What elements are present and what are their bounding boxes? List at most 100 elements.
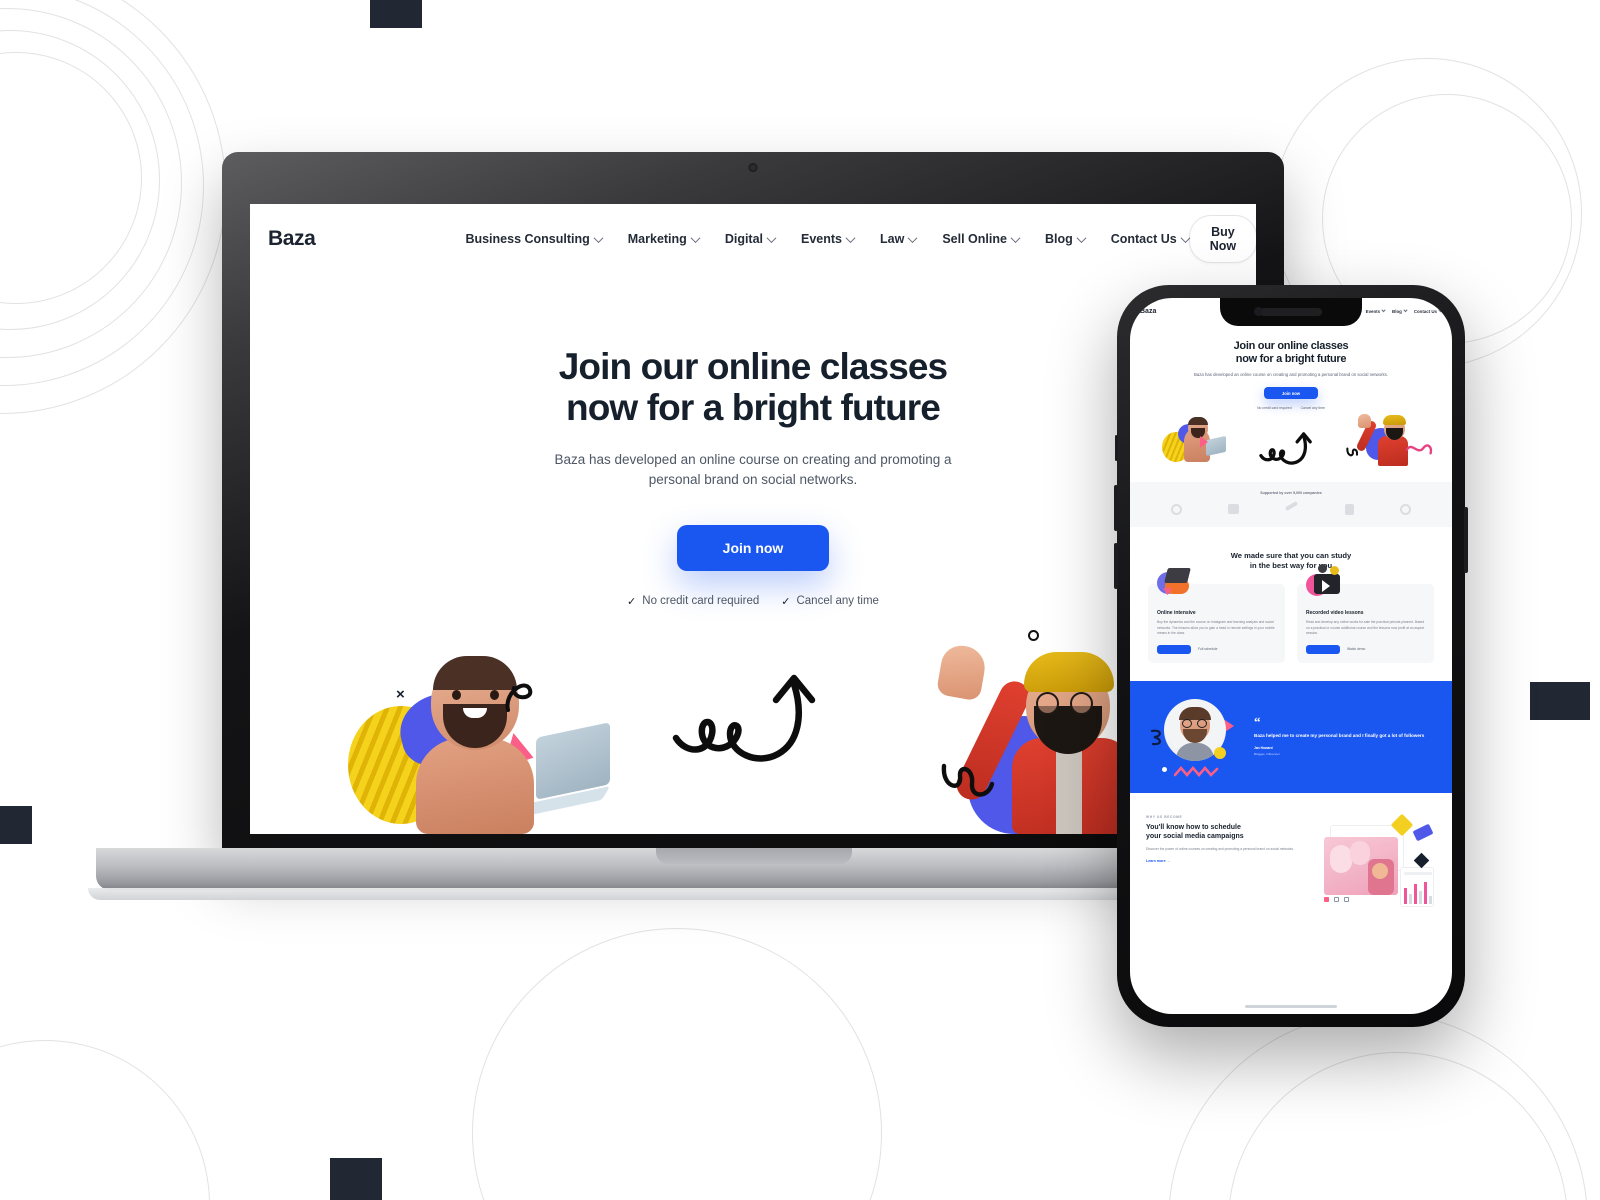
desktop-hero: Join our online classes now for a bright… bbox=[250, 274, 1256, 608]
phone-hero-illustration bbox=[1130, 410, 1452, 482]
logo-mark-1 bbox=[1171, 504, 1183, 516]
3d-video-camera-icon bbox=[1306, 564, 1344, 598]
square-bottom bbox=[330, 1158, 382, 1200]
squiggle-doodle-icon bbox=[941, 763, 995, 797]
section-eyebrow: WHY US BECOME bbox=[1146, 814, 1183, 819]
phone-nav-label: Contact Us bbox=[1413, 308, 1437, 314]
ring-bottom-2 bbox=[1168, 1012, 1588, 1200]
join-now-button[interactable]: Join now bbox=[676, 524, 830, 571]
nav-label: Events bbox=[801, 232, 843, 246]
nav-item-law[interactable]: Law bbox=[880, 232, 918, 246]
phone-nav-item-events[interactable]: Events bbox=[1366, 307, 1386, 314]
schedule-text-block: WHY US BECOME You'll know how to schedul… bbox=[1146, 815, 1308, 911]
ring-left-4 bbox=[0, 0, 204, 386]
x-doodle-icon: × bbox=[396, 686, 405, 703]
card-secondary-link[interactable]: Full schedule bbox=[1198, 647, 1217, 651]
3d-book-icon bbox=[1157, 564, 1195, 598]
check-icon: ✓ bbox=[627, 595, 637, 608]
home-indicator bbox=[1245, 1004, 1337, 1008]
testimonial-author-role: Blogger, Influencer bbox=[1254, 751, 1280, 756]
arrow-right-icon: → bbox=[1166, 859, 1171, 864]
desktop-logo[interactable]: Baza bbox=[268, 227, 316, 251]
nav-label: Contact Us bbox=[1110, 232, 1177, 246]
features-title-line-1: We made sure that you can study bbox=[1230, 551, 1352, 561]
section-body: Discover the power of online courses on … bbox=[1146, 846, 1294, 851]
nav-label: Law bbox=[880, 232, 905, 246]
chevron-down-icon bbox=[1010, 232, 1021, 243]
phone-viewport: Baza Events Blog Contact Us Join our onl… bbox=[1130, 298, 1452, 1014]
phone-join-now-button[interactable]: Join now bbox=[1264, 387, 1318, 400]
feature-card-online-intensive[interactable]: Online intensive Buy the dynamics and th… bbox=[1148, 568, 1285, 663]
hero-cta-wrap: Join now bbox=[250, 524, 1256, 571]
hero-heading: Join our online classes now for a bright… bbox=[250, 346, 1256, 428]
small-circle-doodle bbox=[1028, 630, 1039, 641]
phone-nav-item-blog[interactable]: Blog bbox=[1392, 307, 1408, 314]
quote-icon: “ bbox=[1254, 713, 1261, 729]
card-secondary-link[interactable]: Watch demo bbox=[1347, 647, 1365, 651]
phone-nav-menu: Events Blog Contact Us bbox=[1366, 307, 1443, 314]
phone-power-button[interactable] bbox=[1464, 507, 1468, 573]
card-body: Buy the dynamics and the course on Insta… bbox=[1157, 620, 1275, 636]
nav-item-digital[interactable]: Digital bbox=[724, 232, 777, 246]
character-body bbox=[1378, 436, 1408, 467]
chevron-down-icon bbox=[907, 232, 918, 243]
desktop-nav-menu: Business Consulting Marketing Digital Ev… bbox=[465, 232, 1191, 246]
phone-logo[interactable]: Baza bbox=[1140, 308, 1156, 315]
nav-item-business-consulting[interactable]: Business Consulting bbox=[465, 232, 604, 246]
nav-label: Sell Online bbox=[942, 232, 1007, 246]
phone-silent-switch[interactable] bbox=[1115, 435, 1118, 461]
white-dot-shape bbox=[1162, 766, 1167, 772]
ring-left-2 bbox=[0, 30, 160, 330]
character-brow-left bbox=[446, 680, 466, 684]
chevron-down-icon bbox=[766, 232, 777, 243]
nav-item-contact-us[interactable]: Contact Us bbox=[1110, 232, 1191, 246]
feature-cards: Online intensive Buy the dynamics and th… bbox=[1130, 564, 1452, 663]
curly-arrow-icon bbox=[672, 674, 816, 762]
testimonial-text-block: “ Baza helped me to create my personal b… bbox=[1254, 713, 1424, 756]
card-read-more-button[interactable] bbox=[1157, 644, 1191, 654]
buy-now-button[interactable]: Buy Now bbox=[1188, 215, 1256, 263]
nav-item-events[interactable]: Events bbox=[801, 232, 856, 246]
phone-nav-item-contact-us[interactable]: Contact Us bbox=[1413, 307, 1443, 314]
card-read-more-button[interactable] bbox=[1306, 644, 1340, 654]
learn-more-link[interactable]: Learn more → bbox=[1146, 859, 1308, 863]
feature-card-recorded-video-lessons[interactable]: Recorded video lessons Read and develop … bbox=[1297, 564, 1434, 663]
character-beanie-hat bbox=[1024, 652, 1114, 692]
testimonial-author-name: Jan Howard bbox=[1254, 745, 1273, 750]
desktop-viewport: Baza Business Consulting Marketing Digit… bbox=[250, 204, 1256, 834]
assurance-cancel-any-time: ✓ Cancel any time bbox=[781, 595, 879, 608]
phone-nav-label: Blog bbox=[1392, 308, 1402, 314]
card-actions: Full schedule bbox=[1157, 644, 1276, 654]
squiggle-doodle-icon bbox=[1150, 729, 1161, 746]
phone-notch bbox=[1220, 298, 1362, 326]
testimonial-section: “ Baza helped me to create my personal b… bbox=[1130, 680, 1452, 793]
phone-mockup: Baza Events Blog Contact Us Join our onl… bbox=[1114, 285, 1468, 1027]
nav-item-marketing[interactable]: Marketing bbox=[628, 232, 701, 246]
social-media-collage bbox=[1318, 813, 1436, 911]
front-camera-icon bbox=[1254, 307, 1263, 316]
nav-item-sell-online[interactable]: Sell Online bbox=[942, 232, 1021, 246]
character-hand-waving bbox=[1358, 414, 1371, 429]
chevron-down-icon bbox=[690, 232, 701, 243]
logo-mark-3 bbox=[1285, 501, 1299, 512]
comment-icon bbox=[1334, 896, 1339, 902]
card-body: Read and develop any online works for sa… bbox=[1306, 620, 1425, 636]
logo-mark-2 bbox=[1228, 504, 1240, 515]
nav-label: Business Consulting bbox=[465, 232, 590, 246]
logos-section-title: Supported by over 5,000 companies bbox=[1260, 491, 1322, 496]
nav-label: Digital bbox=[724, 232, 764, 246]
curly-arrow-icon bbox=[1259, 432, 1312, 465]
schedule-section: WHY US BECOME You'll know how to schedul… bbox=[1130, 793, 1452, 911]
hero-subtext: Baza has developed an online course on c… bbox=[554, 452, 952, 488]
logo-mark-5 bbox=[1399, 504, 1411, 516]
phone-volume-up-button[interactable] bbox=[1114, 485, 1118, 531]
ring-bottom-3 bbox=[1228, 1052, 1568, 1200]
blue-shape bbox=[1412, 823, 1434, 842]
assurance-label: No credit card required bbox=[642, 595, 760, 608]
section-title-line-2: your social media campaigns bbox=[1146, 832, 1244, 840]
chevron-down-icon bbox=[1403, 307, 1408, 312]
nav-item-blog[interactable]: Blog bbox=[1045, 232, 1087, 246]
character-shirt bbox=[1056, 744, 1082, 834]
phone-volume-down-button[interactable] bbox=[1114, 543, 1118, 589]
card-actions: Watch demo bbox=[1306, 644, 1425, 654]
